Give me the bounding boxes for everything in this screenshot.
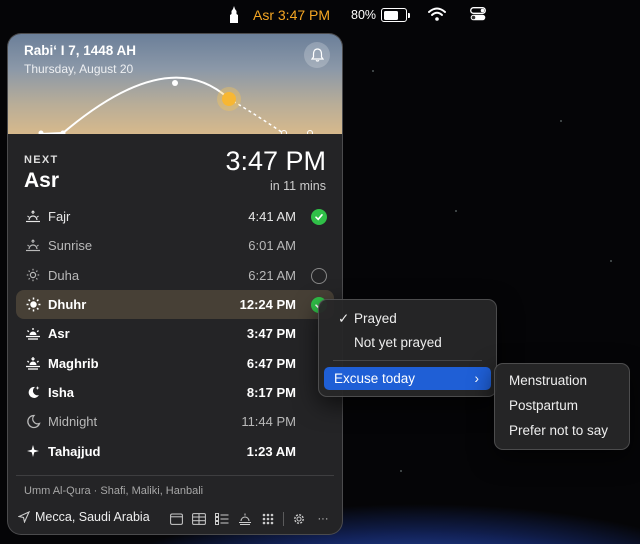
prayer-name: Sunrise — [48, 238, 93, 254]
next-label: NEXT — [24, 154, 59, 166]
menu-item-label: Prayed — [354, 311, 397, 326]
hijri-date: Rabiʻ I 7, 1448 AH — [24, 43, 137, 58]
notification-bell-button[interactable] — [304, 42, 330, 68]
location-selector[interactable]: Mecca, Saudi Arabia — [18, 510, 150, 524]
prayer-row-sunrise[interactable]: Sunrise 6:01 AM — [16, 231, 334, 260]
prayer-time: 4:41 AM — [248, 209, 296, 225]
sunrise-icon — [24, 209, 42, 224]
battery-percent: 80% — [351, 8, 377, 22]
gregorian-date: Thursday, August 20 — [24, 62, 134, 76]
mosque-icon[interactable] — [228, 6, 240, 23]
menu-item-not-prayed[interactable]: Not yet prayed — [324, 331, 491, 354]
more-button[interactable]: ··· — [314, 511, 332, 527]
not-prayed-circle-icon[interactable] — [311, 267, 327, 284]
calendar-icon[interactable] — [168, 511, 184, 527]
checklist-icon[interactable] — [214, 511, 230, 527]
prayer-time: 11:44 PM — [241, 414, 296, 430]
grid-icon[interactable] — [260, 511, 276, 527]
sun-icon — [24, 297, 42, 312]
prayer-time: 6:01 AM — [248, 238, 296, 254]
sunset-icon — [24, 356, 42, 370]
sunrise-icon — [24, 239, 42, 253]
prayer-row-tahajjud[interactable]: Tahajjud 1:23 AM — [16, 436, 334, 465]
prayer-list: Fajr 4:41 AM Sunrise 6:01 AM Duha 6:21 AM Dhuh… — [16, 202, 334, 466]
location-arrow-icon — [18, 511, 30, 523]
prayer-name: Isha — [48, 384, 75, 400]
checkmark-icon: ✓ — [338, 310, 350, 326]
gear-icon[interactable] — [291, 511, 307, 527]
prayer-name: Maghrib — [48, 355, 99, 371]
sun-small-icon — [24, 268, 42, 282]
prayer-row-fajr[interactable]: Fajr 4:41 AM — [16, 202, 334, 231]
toolbar-separator — [283, 512, 284, 526]
prayer-time: 6:21 AM — [248, 267, 296, 283]
battery-icon — [381, 8, 411, 22]
next-prayer-countdown: in 11 mins — [269, 179, 326, 193]
excuse-item-prefer-not-to-say[interactable]: Prefer not to say — [500, 419, 624, 442]
calculation-method: Umm Al-Qura · Shafi, Maliki, Hanbali — [24, 485, 204, 497]
excuse-submenu: Menstruation Postpartum Prefer not to say — [494, 363, 630, 450]
prayer-status-menu: ✓ Prayed Not yet prayed Excuse today › — [318, 299, 497, 397]
next-prayer-name: Asr — [24, 169, 60, 192]
sun-path-header: Rabiʻ I 7, 1448 AH Thursday, August 20 — [8, 34, 342, 134]
sparkle-icon — [24, 444, 42, 458]
menu-separator — [333, 360, 482, 361]
prayer-time: 6:47 PM — [246, 355, 296, 371]
prayer-name: Fajr — [48, 209, 71, 225]
control-center-icon[interactable] — [470, 7, 486, 21]
chevron-right-icon: › — [474, 371, 480, 386]
menu-item-excuse-today[interactable]: Excuse today › — [324, 367, 491, 390]
prayer-name: Midnight — [48, 414, 98, 430]
wifi-icon[interactable] — [428, 7, 446, 21]
menu-item-prayed[interactable]: ✓ Prayed — [324, 307, 491, 330]
table-icon[interactable] — [191, 511, 207, 527]
prayer-time: 1:23 AM — [246, 443, 296, 459]
prayer-name: Asr — [48, 326, 70, 342]
prayer-time: 3:47 PM — [246, 326, 296, 342]
prayer-time: 12:24 PM — [239, 297, 296, 313]
prayer-row-isha[interactable]: Isha 8:17 PM — [16, 378, 334, 407]
prayer-times-panel: Rabiʻ I 7, 1448 AH Thursday, August 20 N… — [7, 33, 343, 535]
prayer-name: Tahajjud — [48, 443, 101, 459]
prayer-row-maghrib[interactable]: Maghrib 6:47 PM — [16, 348, 334, 377]
moon-icon — [24, 414, 42, 429]
sun-haze-icon — [24, 327, 42, 341]
menu-item-label: Not yet prayed — [354, 335, 442, 350]
prayer-row-duha[interactable]: Duha 6:21 AM — [16, 261, 334, 290]
prayer-row-midnight[interactable]: Midnight 11:44 PM — [16, 407, 334, 436]
bell-icon — [310, 48, 324, 62]
excuse-item-menstruation[interactable]: Menstruation — [500, 369, 624, 392]
prayer-row-dhuhr[interactable]: Dhuhr 12:24 PM — [16, 289, 334, 320]
menu-item-label: Excuse today — [334, 371, 416, 386]
prayer-name: Duha — [48, 267, 80, 283]
battery-indicator[interactable]: 80% — [351, 8, 411, 22]
menu-bar: Asr 3:47 PM 80% — [0, 0, 640, 30]
prayer-status-label[interactable]: Asr 3:47 PM — [253, 7, 330, 23]
divider — [16, 475, 334, 476]
location-label: Mecca, Saudi Arabia — [35, 510, 150, 524]
prayed-checkmark-icon[interactable] — [311, 209, 327, 225]
footer-toolbar: ··· — [168, 511, 332, 527]
prayer-row-asr[interactable]: Asr 3:47 PM — [16, 319, 334, 348]
sunset-toolbar-icon[interactable] — [237, 511, 253, 527]
prayer-name: Dhuhr — [48, 297, 87, 313]
moon-star-icon — [24, 385, 42, 400]
prayer-time: 8:17 PM — [246, 384, 296, 400]
next-prayer-time: 3:47 PM — [225, 146, 326, 176]
excuse-item-postpartum[interactable]: Postpartum — [500, 394, 624, 417]
